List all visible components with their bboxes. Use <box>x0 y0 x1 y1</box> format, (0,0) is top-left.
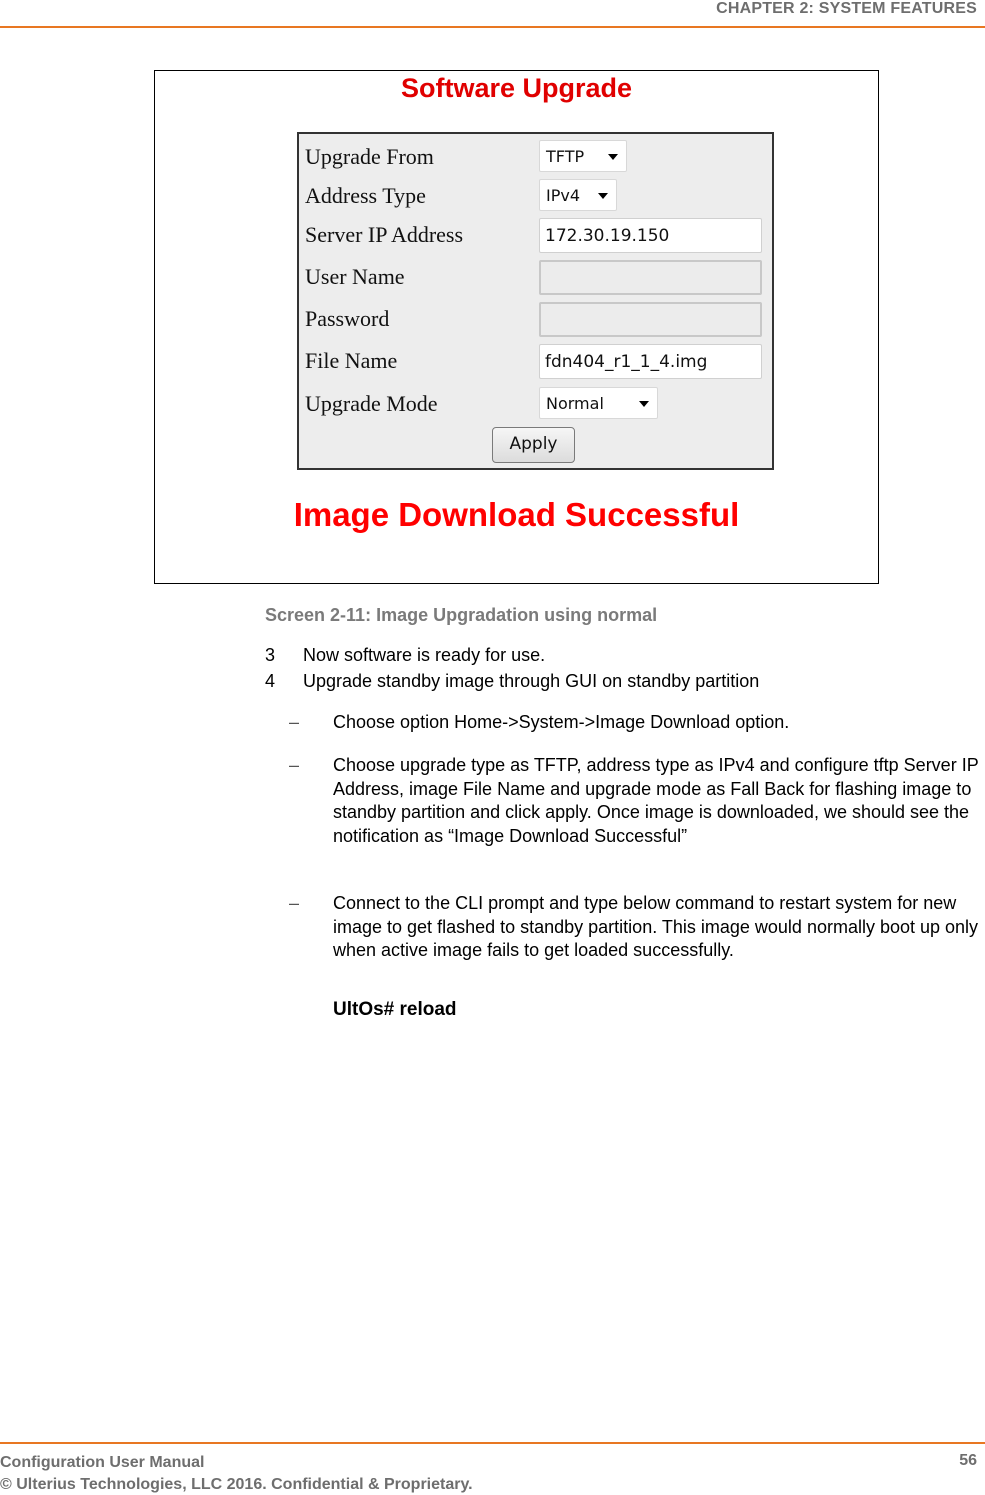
upgrade-mode-select[interactable]: Normal <box>539 387 658 419</box>
step-text: Now software is ready for use. <box>303 645 546 665</box>
server-ip-input[interactable]: 172.30.19.150 <box>539 218 762 253</box>
chapter-title: CHAPTER 2: SYSTEM FEATURES <box>716 0 977 17</box>
footer-info: Configuration User Manual © Ulterius Tec… <box>0 1452 473 1495</box>
bullet-text: Choose option Home->System->Image Downlo… <box>333 712 790 732</box>
software-upgrade-title: Software Upgrade <box>400 73 633 103</box>
chevron-down-icon <box>608 154 618 160</box>
user-name-label: User Name <box>305 264 405 289</box>
page-header: CHAPTER 2: SYSTEM FEATURES <box>0 0 985 28</box>
dash-bullet-icon: – <box>289 893 300 913</box>
server-ip-label: Server IP Address <box>305 222 464 247</box>
user-name-input[interactable] <box>539 260 762 295</box>
dash-bullet-icon: – <box>289 755 300 775</box>
page-footer: Configuration User Manual © Ulterius Tec… <box>0 1442 985 1495</box>
software-upgrade-form: Upgrade From TFTP Address Type IPv4 Serv… <box>297 132 774 470</box>
bullet-text: Connect to the CLI prompt and type below… <box>333 893 979 960</box>
manual-title: Configuration User Manual <box>0 1454 205 1471</box>
upgrade-mode-value: Normal <box>546 394 604 413</box>
apply-button[interactable]: Apply <box>492 427 575 463</box>
address-type-value: IPv4 <box>546 186 581 205</box>
password-label: Password <box>305 306 390 331</box>
address-type-label: Address Type <box>305 183 426 208</box>
upgrade-mode-label: Upgrade Mode <box>305 391 438 416</box>
screenshot-figure: Software Upgrade Upgrade From TFTP Addre… <box>154 70 879 584</box>
file-name-input[interactable]: fdn404_r1_1_4.img <box>539 344 762 379</box>
upgrade-from-label: Upgrade From <box>305 144 434 169</box>
upgrade-from-select[interactable]: TFTP <box>539 140 627 172</box>
chevron-down-icon <box>598 193 608 199</box>
figure-caption: Screen 2-11: Image Upgradation using nor… <box>265 605 658 625</box>
address-type-select[interactable]: IPv4 <box>539 179 617 211</box>
password-input[interactable] <box>539 302 762 337</box>
page-number: 56 <box>959 1452 977 1469</box>
step-text: Upgrade standby image through GUI on sta… <box>303 671 760 691</box>
upgrade-from-value: TFTP <box>546 147 585 166</box>
step-number: 4 <box>265 671 276 691</box>
step-number: 3 <box>265 645 276 665</box>
dash-bullet-icon: – <box>289 712 300 732</box>
chevron-down-icon <box>639 401 649 407</box>
file-name-label: File Name <box>305 348 398 373</box>
copyright-notice: © Ulterius Technologies, LLC 2016. Confi… <box>0 1476 473 1493</box>
cli-command: UltOs# reload <box>333 999 457 1020</box>
bullet-text: Choose upgrade type as TFTP, address typ… <box>333 755 979 846</box>
download-status-message: Image Download Successful <box>293 496 740 533</box>
